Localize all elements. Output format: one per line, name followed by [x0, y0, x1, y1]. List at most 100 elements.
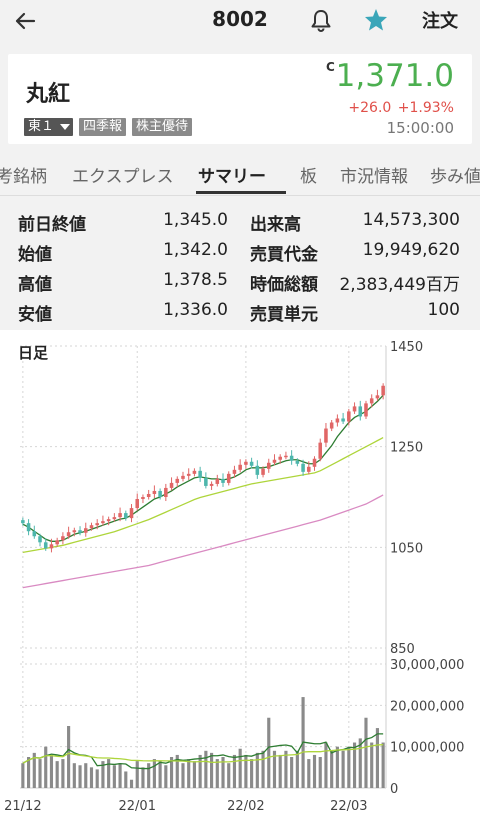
stat-label: 出来高: [250, 215, 301, 235]
candle-body: [101, 521, 105, 524]
volume-bar: [84, 763, 88, 788]
volume-bar: [375, 728, 379, 788]
candle-body: [152, 490, 157, 494]
stat-label: 時価総額: [250, 275, 318, 295]
dropdown-triangle-icon: [60, 124, 71, 130]
price-tick-label: 850: [390, 642, 415, 657]
candle-body: [192, 470, 197, 474]
volume-bar: [67, 726, 71, 788]
back-button[interactable]: [10, 6, 40, 36]
candle-body: [186, 473, 191, 476]
candle-body: [61, 536, 65, 541]
volume-bar: [49, 754, 54, 788]
candle-body: [118, 513, 122, 518]
candle-body: [181, 475, 185, 479]
volume-bar: [284, 750, 288, 788]
price-tick-label: 1250: [390, 441, 423, 456]
change-percent: +1.93%: [397, 100, 454, 116]
candle-body: [358, 406, 363, 417]
top-bar: 8002 注文: [0, 0, 480, 44]
volume-bar: [267, 717, 271, 788]
stock-summary-card: 丸紅 東１ 四季報 株主優待 C 1,371.0 +26.0 +1.93% 15…: [8, 54, 472, 144]
tab-bar: 考銘柄 エクスプレス サマリー 板 市況情報 歩み値: [0, 152, 480, 196]
volume-bar: [164, 765, 168, 788]
price-change: +26.0 +1.93%: [348, 100, 454, 116]
volume-bar: [364, 717, 368, 788]
tab-tick-data[interactable]: 歩み値: [430, 162, 480, 187]
candle-body: [272, 459, 277, 463]
arrow-left-icon: [15, 12, 36, 30]
stat-value: 2,383,449百万: [339, 275, 460, 295]
market-select[interactable]: 東１: [24, 118, 74, 136]
volume-bar: [72, 763, 76, 788]
stat-value: 1,342.0: [163, 240, 228, 260]
stat-value: 19,949,620: [362, 240, 460, 260]
shareholder-benefit-tag[interactable]: 株主優待: [132, 118, 193, 136]
volume-bar: [370, 742, 374, 788]
volume-bar: [210, 752, 214, 788]
daily-candlestick-chart[interactable]: 21/12 22/01 22/02 22/03 1450 1250 1050 85030,00…: [0, 330, 480, 819]
stat-market-cap: 時価総額 2,383,449百万: [250, 270, 460, 296]
stat-label: 始値: [18, 245, 52, 265]
stat-value: 100: [427, 300, 460, 320]
candle-body: [89, 525, 94, 529]
candle-body: [221, 478, 225, 483]
tab-express[interactable]: エクスプレス: [72, 162, 174, 187]
tab-order-book[interactable]: 板: [300, 162, 317, 187]
candle-body: [146, 493, 151, 497]
candle-body: [49, 544, 54, 549]
candle-body: [284, 455, 288, 458]
x-tick-label: 22/01: [119, 799, 156, 814]
volume-bar: [261, 750, 265, 788]
x-tick-label: 22/02: [227, 799, 264, 814]
x-tick-label: 21/12: [4, 799, 41, 814]
volume-bar: [341, 750, 345, 788]
candle-body: [72, 530, 77, 533]
tab-related-stocks[interactable]: 考銘柄: [0, 162, 47, 187]
volume-bar: [181, 763, 185, 788]
shikiho-tag[interactable]: 四季報: [79, 118, 127, 136]
volume-bar: [158, 761, 162, 788]
volume-bar: [215, 759, 219, 788]
tab-market-info[interactable]: 市況情報: [340, 162, 408, 187]
volume-bar: [290, 757, 294, 788]
candle-body: [32, 531, 37, 537]
volume-bar: [255, 752, 259, 788]
candle-body: [289, 455, 294, 461]
volume-bar: [38, 759, 42, 788]
price-tick-label: 1050: [390, 541, 423, 556]
candle-body: [238, 464, 242, 470]
volume-bar: [112, 765, 116, 788]
volume-bar: [278, 754, 282, 788]
candle-body: [249, 461, 254, 466]
tab-summary[interactable]: サマリー: [198, 162, 266, 187]
stat-value: 1,378.5: [163, 270, 228, 290]
candle-body: [278, 456, 282, 460]
candle-body: [295, 460, 300, 464]
stock-code: 8002: [212, 7, 268, 31]
volume-bar: [124, 771, 128, 788]
order-button[interactable]: 注文: [412, 7, 468, 33]
candle-body: [341, 418, 345, 422]
stock-tags: 東１ 四季報 株主優待: [24, 118, 193, 136]
active-tab-indicator: [196, 191, 286, 194]
price-tick-label: 1450: [390, 340, 423, 355]
candle-body: [312, 458, 317, 467]
volume-bar: [141, 767, 145, 788]
candle-body: [301, 463, 305, 472]
price-time: 15:00:00: [386, 119, 454, 137]
volume-bar: [312, 754, 317, 788]
alert-button[interactable]: [308, 8, 334, 34]
volume-bar: [295, 750, 299, 788]
candle-body: [318, 442, 323, 459]
candle-body: [232, 469, 237, 474]
volume-tick-label: 30,000,000: [390, 658, 464, 673]
stat-high: 高値 1,378.5: [18, 270, 228, 296]
volume-bar: [21, 763, 25, 788]
candle-body: [209, 483, 214, 486]
favorite-button[interactable]: [362, 6, 390, 34]
bell-icon: [311, 10, 331, 32]
volume-bar: [307, 759, 311, 788]
volume-bar: [129, 779, 134, 788]
close-mark: C: [326, 60, 335, 74]
